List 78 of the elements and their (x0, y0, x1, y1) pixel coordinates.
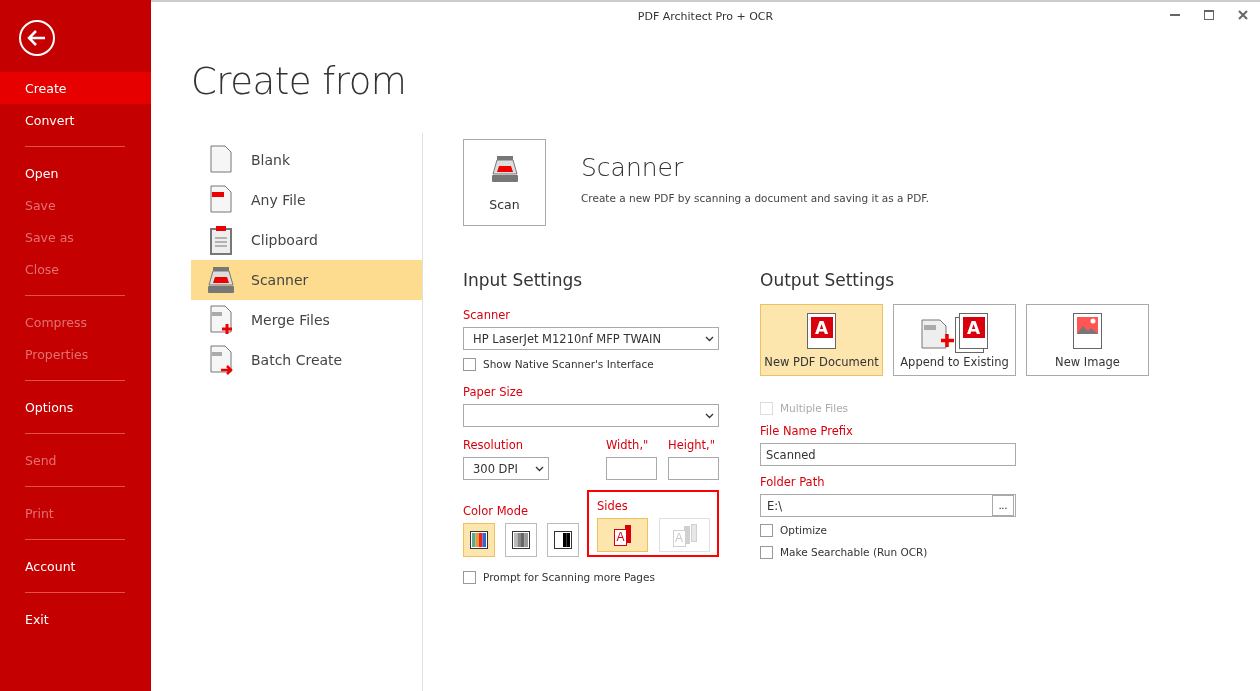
height-field[interactable] (668, 457, 719, 480)
section-description: Create a new PDF by scanning a document and saving it as a PDF. (581, 192, 929, 204)
checkbox[interactable] (463, 570, 476, 584)
source-item[interactable]: Any File (191, 180, 422, 220)
output-option[interactable]: A New PDF Document (760, 304, 883, 376)
color-mode-button[interactable] (463, 523, 495, 557)
scanner-icon (490, 153, 519, 185)
source-label: Scanner (251, 272, 309, 288)
field-label: Height," (668, 438, 716, 452)
clipboard-icon (207, 224, 235, 256)
source-item[interactable]: Scanner (191, 260, 422, 300)
minimize-icon (1170, 14, 1180, 16)
field-label: Resolution (463, 438, 525, 452)
sidebar-item[interactable]: Exit (0, 603, 151, 635)
checkbox[interactable] (760, 545, 773, 559)
sidebar-item[interactable]: Account (0, 550, 151, 582)
scan-button[interactable]: Scan (463, 139, 546, 226)
source-label: Any File (251, 192, 306, 208)
sidebar-item[interactable]: Convert (0, 104, 151, 136)
field-label: Folder Path (760, 475, 826, 489)
field-label: Sides (597, 499, 629, 513)
merge-files-icon (207, 304, 235, 336)
checkbox[interactable] (760, 523, 773, 537)
field-label: File Name Prefix (760, 424, 854, 438)
checkbox-label: Optimize (780, 524, 828, 536)
blank-page-icon (207, 144, 235, 176)
source-label: Merge Files (251, 312, 330, 328)
field-label: Width," (606, 438, 650, 452)
pdf-document-icon: A (807, 313, 836, 349)
source-item[interactable]: Clipboard (191, 220, 422, 260)
section-title: Scanner (581, 153, 685, 182)
sidebar-item[interactable]: Create (0, 72, 151, 104)
source-label: Batch Create (251, 352, 343, 368)
document-icon (207, 184, 235, 216)
image-icon (1073, 313, 1102, 349)
page-title: Create from (191, 60, 408, 103)
checkbox[interactable] (463, 357, 476, 371)
caret-icon (705, 412, 714, 419)
section-heading: Output Settings (760, 270, 896, 290)
sidebar-item[interactable]: Options (0, 391, 151, 423)
width-field[interactable] (606, 457, 657, 480)
resolution-dropdown[interactable]: 300 DPI (463, 457, 549, 480)
field-label: Scanner (463, 308, 512, 322)
source-item[interactable]: Merge Files (191, 300, 422, 340)
caret-icon (535, 465, 544, 472)
field-label: Paper Size (463, 385, 524, 399)
file-prefix-field[interactable]: Scanned (760, 443, 1016, 466)
single-sided-button[interactable]: A (597, 518, 648, 552)
maximize-icon (1204, 10, 1214, 20)
output-option[interactable]: A Append to Existing (893, 304, 1016, 376)
scanner-dropdown[interactable]: HP LaserJet M1210nf MFP TWAIN (463, 327, 719, 350)
batch-files-icon (207, 344, 235, 376)
source-item[interactable]: Blank (191, 140, 422, 180)
paper-size-dropdown[interactable] (463, 404, 719, 427)
window-title: PDF Architect Pro + OCR (637, 9, 774, 23)
close-icon (1238, 10, 1248, 20)
caret-icon (705, 335, 714, 342)
folder-path-field[interactable]: E:\ ... (760, 494, 1016, 517)
back-arrow-icon (27, 29, 47, 47)
source-label: Clipboard (251, 232, 318, 248)
checkbox-label: Multiple Files (780, 402, 849, 414)
color-bars-icon (470, 531, 488, 549)
grayscale-bars-icon (512, 531, 530, 549)
scanner-icon (207, 264, 235, 296)
field-label: Color Mode (463, 504, 529, 518)
checkbox-label: Prompt for Scanning more Pages (483, 571, 655, 583)
section-heading: Input Settings (463, 270, 584, 290)
color-mode-button[interactable] (547, 523, 579, 557)
checkbox-label: Make Searchable (Run OCR) (780, 546, 928, 558)
output-option[interactable]: New Image (1026, 304, 1149, 376)
source-item[interactable]: Batch Create (191, 340, 422, 380)
source-label: Blank (251, 152, 291, 168)
color-mode-button[interactable] (505, 523, 537, 557)
back-button[interactable] (19, 20, 55, 56)
browse-button[interactable]: ... (992, 495, 1014, 516)
contrast-icon (554, 531, 572, 549)
sidebar-item[interactable]: Open (0, 157, 151, 189)
checkbox-label: Show Native Scanner's Interface (483, 358, 654, 370)
